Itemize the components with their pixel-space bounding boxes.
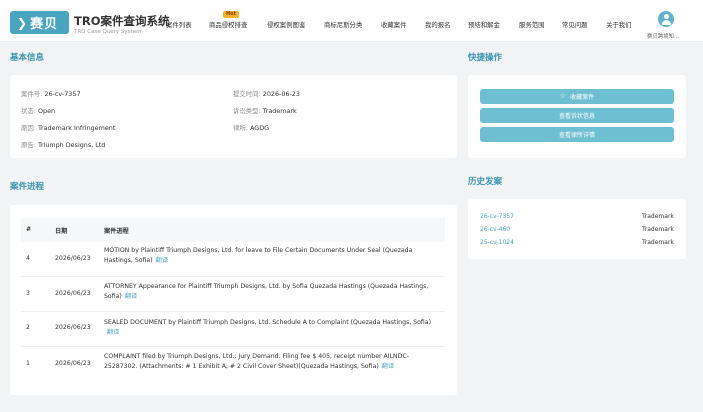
- status-label: 状态:: [21, 107, 36, 115]
- type-row: 诉讼类型: Trademark: [233, 106, 297, 115]
- col-number-header: #: [26, 226, 32, 233]
- col-progress-header: 案件进程: [104, 228, 129, 235]
- nav-services[interactable]: 服务范围: [519, 20, 545, 29]
- filed-row: 提交时间: 2026-06-23: [233, 89, 300, 98]
- row-date: 2026/06/23: [55, 255, 91, 262]
- row-divider: [21, 346, 445, 347]
- firm-row: 律所: AGDG: [233, 123, 269, 132]
- basic-info-title: 基本信息: [10, 53, 45, 63]
- app-title: TRO案件查询系统: [74, 14, 170, 28]
- nav-case-list[interactable]: 案件列表: [166, 20, 192, 29]
- translate-link[interactable]: 翻译: [125, 293, 137, 300]
- view-litigation-label: 查看诉状信息: [558, 113, 595, 120]
- nav-favorites[interactable]: 收藏案件: [381, 20, 407, 29]
- plaintiff-label: 原告:: [21, 141, 36, 149]
- cause-value: Trademark Infringement: [37, 124, 116, 132]
- user-avatar-icon[interactable]: [658, 11, 674, 27]
- favorite-case-button[interactable]: ☆ 收藏案件: [480, 89, 674, 104]
- history-case-type: Trademark: [642, 239, 674, 246]
- history-case-link[interactable]: 26-cv-460: [480, 226, 510, 233]
- view-firm-label: 查看律所详情: [558, 132, 595, 139]
- favorite-case-label: 收藏案件: [570, 94, 595, 101]
- row-number: 1: [26, 360, 30, 367]
- nav-faq[interactable]: 常见问题: [562, 20, 588, 29]
- case-number-label: 案件号:: [21, 90, 43, 98]
- row-number: 2: [26, 324, 30, 331]
- row-description: MOTION by Plaintiff Triumph Designs, Ltd…: [104, 246, 440, 266]
- plaintiff-row: 原告: Triumph Designs, Ltd: [21, 140, 105, 149]
- progress-title: 案件进程: [10, 182, 45, 192]
- translate-link[interactable]: 翻译: [107, 329, 119, 336]
- nav-infringement-cases[interactable]: 侵权案例图鉴: [267, 20, 305, 29]
- row-number: 3: [26, 290, 30, 297]
- cause-label: 原因:: [21, 124, 36, 132]
- row-date: 2026/06/23: [55, 290, 91, 297]
- nav-nice-classification[interactable]: 商标尼斯分类: [324, 20, 362, 29]
- row-description-text: SEALED DOCUMENT by Plaintiff Triumph Des…: [104, 319, 431, 326]
- nav-settlement[interactable]: 预结和解金: [468, 20, 500, 29]
- nav-product-check[interactable]: 商品侵权排查: [209, 20, 247, 29]
- top-header: ❯ 赛贝 TRO案件查询系统 TRO Case Query System 案件列…: [0, 0, 703, 42]
- translate-link[interactable]: 翻译: [156, 257, 168, 264]
- logo[interactable]: ❯ 赛贝: [10, 11, 69, 34]
- status-row: 状态: Open: [21, 106, 55, 115]
- star-icon: ☆: [559, 92, 567, 100]
- logo-text: 赛贝: [30, 17, 59, 32]
- row-divider: [21, 276, 445, 277]
- view-litigation-button[interactable]: 查看诉状信息: [480, 108, 674, 123]
- row-description: ATTORNEY Appearance for Plaintiff Triump…: [104, 282, 440, 302]
- filed-value: 2026-06-23: [262, 90, 300, 98]
- col-date-header: 日期: [55, 228, 68, 235]
- app-subtitle: TRO Case Query System: [74, 29, 142, 35]
- row-date: 2026/06/23: [55, 324, 91, 331]
- nav-about[interactable]: 关于我们: [606, 20, 632, 29]
- history-case-link[interactable]: 25-cv-1024: [480, 239, 514, 246]
- history-title: 历史发案: [468, 177, 503, 187]
- row-description: SEALED DOCUMENT by Plaintiff Triumph Des…: [104, 318, 440, 338]
- view-firm-button[interactable]: 查看律所详情: [480, 127, 674, 142]
- filed-label: 提交时间:: [233, 90, 261, 98]
- firm-value: AGDG: [249, 124, 270, 132]
- row-divider: [21, 311, 445, 312]
- progress-table-header: [21, 218, 445, 242]
- row-description-text: MOTION by Plaintiff Triumph Designs, Ltd…: [104, 247, 413, 264]
- cause-row: 原因: Trademark Infringement: [21, 123, 115, 132]
- type-label: 诉讼类型:: [233, 107, 261, 115]
- translate-link[interactable]: 翻译: [382, 363, 394, 370]
- history-case-type: Trademark: [642, 226, 674, 233]
- row-description-text: COMPLAINT filed by Triumph Designs, Ltd.…: [104, 353, 410, 370]
- history-case-link[interactable]: 26-cv-7357: [480, 213, 514, 220]
- nav-my-registration[interactable]: 我的报名: [425, 20, 451, 29]
- hot-badge: Hot: [223, 11, 240, 18]
- row-number: 4: [26, 255, 30, 262]
- case-number-value: 26-cv-7357: [44, 90, 81, 98]
- row-description-text: ATTORNEY Appearance for Plaintiff Triump…: [104, 283, 429, 300]
- quick-actions-title: 快捷操作: [468, 53, 503, 63]
- row-date: 2026/06/23: [55, 360, 91, 367]
- logo-mark-icon: ❯: [17, 15, 28, 30]
- type-value: Trademark: [262, 107, 297, 115]
- history-case-type: Trademark: [642, 213, 674, 220]
- row-description: COMPLAINT filed by Triumph Designs, Ltd.…: [104, 352, 440, 372]
- case-number-row: 案件号: 26-cv-7357: [21, 89, 81, 98]
- plaintiff-value: Triumph Designs, Ltd: [37, 141, 106, 149]
- user-name[interactable]: 赛贝跨境知...: [647, 32, 679, 40]
- status-value: Open: [37, 107, 56, 115]
- firm-label: 律所:: [233, 124, 248, 132]
